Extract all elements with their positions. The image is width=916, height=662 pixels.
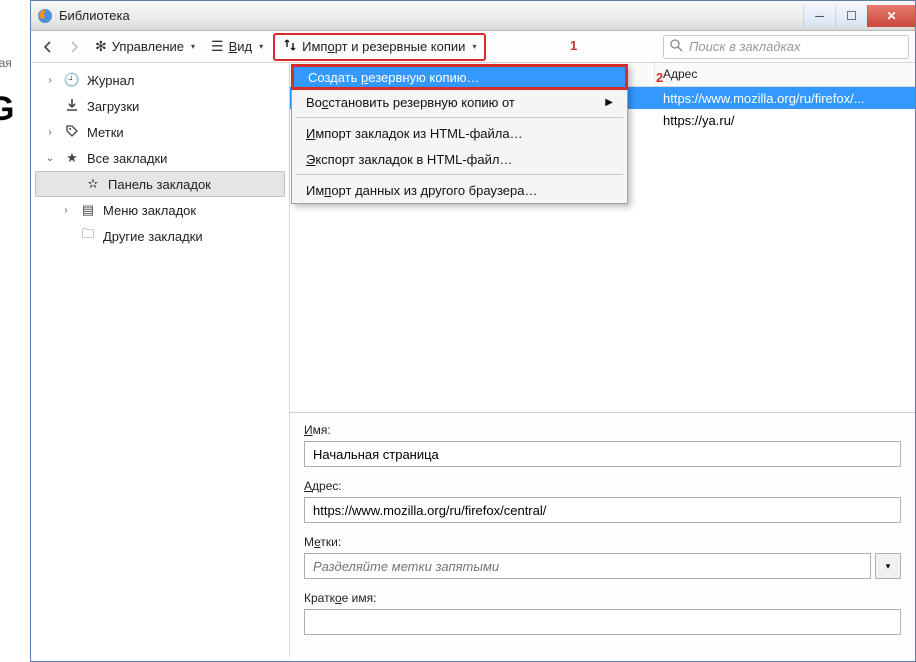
submenu-arrow-icon: ▶ (605, 97, 613, 108)
list-icon: ☰ (211, 38, 224, 55)
chevron-down-icon: ▾ (472, 42, 476, 51)
name-input[interactable] (304, 441, 901, 467)
clock-icon: 🕘 (63, 72, 81, 88)
view-label: Вид (229, 39, 253, 54)
sidebar-item-other-bookmarks[interactable]: 🗀 Другие закладки (31, 223, 289, 249)
shortname-label: Краткое имя: (304, 591, 901, 605)
address-label: Адрес: (304, 479, 901, 493)
details-panel: Имя: Адрес: Метки: ▾ Краткое имя: (290, 412, 915, 657)
firefox-icon (37, 8, 53, 24)
downloads-label: Загрузки (87, 99, 139, 114)
import-backup-menu: Создать резервную копию… Восстановить ре… (291, 64, 628, 204)
maximize-button[interactable]: ☐ (835, 5, 867, 27)
import-html-label: Импорт закладок из HTML-файла… (306, 126, 523, 141)
export-html-label: Экспорт закладок в HTML-файл… (306, 152, 512, 167)
menu-import-browser[interactable]: Импорт данных из другого браузера… (292, 177, 627, 203)
back-button[interactable] (37, 36, 59, 58)
other-bookmarks-label: Другие закладки (103, 229, 203, 244)
name-label: Имя: (304, 423, 901, 437)
window-title: Библиотека (59, 8, 130, 23)
annotation-1: 1 (570, 38, 577, 53)
minimize-button[interactable]: ─ (803, 5, 835, 27)
import-backup-button[interactable]: Импорт и резервные копии ▾ (273, 33, 486, 61)
shortname-input[interactable] (304, 609, 901, 635)
menu-export-html[interactable]: Экспорт закладок в HTML-файл… (292, 146, 627, 172)
all-bookmarks-label: Все закладки (87, 151, 167, 166)
expand-icon[interactable]: › (43, 75, 57, 86)
menu-create-backup[interactable]: Создать резервную копию… (291, 64, 628, 90)
sidebar-item-tags[interactable]: › Метки (31, 119, 289, 145)
download-icon (63, 98, 81, 115)
toolbar-panel-label: Панель закладок (108, 177, 211, 192)
tag-icon (63, 124, 81, 141)
annotation-2: 2 (656, 70, 663, 85)
manage-button[interactable]: ✻ Управление ▾ (89, 35, 201, 59)
import-export-icon (283, 38, 297, 55)
tags-label: Метки (87, 125, 124, 140)
menu-import-html[interactable]: Импорт закладок из HTML-файла… (292, 120, 627, 146)
search-input[interactable]: Поиск в закладках (663, 35, 909, 59)
background-clip: ная G (0, 0, 30, 662)
forward-button[interactable] (63, 36, 85, 58)
bookmarks-menu-label: Меню закладок (103, 203, 196, 218)
chevron-down-icon: ▾ (886, 561, 891, 572)
star-icon: ★ (63, 150, 81, 166)
menu-restore-backup[interactable]: Восстановить резервную копию от ▶ (292, 89, 627, 115)
import-browser-label: Импорт данных из другого браузера… (306, 183, 537, 198)
chevron-down-icon: ▾ (259, 42, 263, 51)
search-placeholder: Поиск в закладках (689, 39, 800, 54)
restore-label: Восстановить резервную копию от (306, 95, 515, 110)
expand-icon[interactable]: › (59, 205, 73, 216)
clip-letter: G (0, 90, 14, 129)
sidebar-item-history[interactable]: › 🕘 Журнал (31, 67, 289, 93)
sidebar: › 🕘 Журнал Загрузки › Метки ⌄ ★ (31, 63, 290, 657)
close-button[interactable]: ✕ (867, 5, 915, 27)
tags-label: Метки: (304, 535, 901, 549)
import-label: Импорт и резервные копии (302, 39, 465, 54)
manage-label: Управление (112, 39, 184, 54)
search-icon (670, 39, 683, 55)
history-label: Журнал (87, 73, 134, 88)
menu-separator (296, 174, 623, 175)
sidebar-item-downloads[interactable]: Загрузки (31, 93, 289, 119)
backup-label: Создать резервную копию… (308, 70, 480, 85)
gear-icon: ✻ (95, 38, 107, 55)
tags-dropdown-button[interactable]: ▾ (875, 553, 901, 579)
cell-url: https://www.mozilla.org/ru/firefox/... (655, 91, 915, 106)
collapse-icon[interactable]: ⌄ (43, 153, 57, 164)
star-panel-icon: ✫ (84, 176, 102, 192)
menu-separator (296, 117, 623, 118)
titlebar: Библиотека ─ ☐ ✕ (31, 1, 915, 31)
toolbar: ✻ Управление ▾ ☰ Вид ▾ Импорт и резервны… (31, 31, 915, 63)
menu-icon: ▤ (79, 202, 97, 218)
chevron-down-icon: ▾ (191, 42, 195, 51)
cell-url: https://ya.ru/ (655, 113, 915, 128)
expand-icon[interactable]: › (43, 127, 57, 138)
folder-icon: 🗀 (79, 225, 97, 247)
clip-text: ная (0, 56, 12, 70)
tags-input[interactable] (304, 553, 871, 579)
sidebar-item-bookmarks-toolbar[interactable]: ✫ Панель закладок (35, 171, 285, 197)
sidebar-item-bookmarks-menu[interactable]: › ▤ Меню закладок (31, 197, 289, 223)
address-input[interactable] (304, 497, 901, 523)
view-button[interactable]: ☰ Вид ▾ (205, 35, 269, 59)
sidebar-item-all-bookmarks[interactable]: ⌄ ★ Все закладки (31, 145, 289, 171)
column-address[interactable]: Адрес (655, 63, 915, 86)
